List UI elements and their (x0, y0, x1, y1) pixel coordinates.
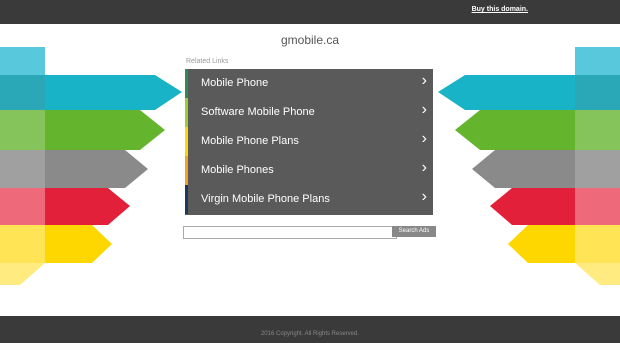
left-arrow-yellow (45, 225, 112, 263)
chevron-right-icon: › (421, 101, 427, 118)
search-ads-button[interactable]: Search Ads (392, 226, 436, 237)
related-link-virgin-mobile-phone-plans[interactable]: Virgin Mobile Phone Plans › (185, 185, 433, 214)
right-arrow-teal (438, 75, 575, 110)
related-link-software-mobile-phone[interactable]: Software Mobile Phone › (185, 98, 433, 127)
link-label: Mobile Phone (201, 77, 269, 89)
link-label: Mobile Phones (201, 164, 274, 176)
footer-bar (0, 316, 620, 343)
chevron-right-icon: › (421, 188, 427, 205)
search-input[interactable] (183, 226, 397, 239)
right-band-gray-light (575, 150, 620, 188)
copyright-text: 2016 Copyright. All Rights Reserved. (260, 331, 360, 337)
link-label: Mobile Phone Plans (201, 135, 299, 147)
left-band-teal (0, 75, 45, 110)
left-band-gray-light (0, 150, 45, 188)
right-band-teal-light (575, 47, 620, 75)
chevron-right-icon: › (421, 130, 427, 147)
left-arrow-green (45, 110, 165, 150)
right-band-red-light (575, 188, 620, 225)
right-arrow-yellow (508, 225, 575, 263)
related-link-mobile-phones[interactable]: Mobile Phones › (185, 156, 433, 185)
left-band-red-light (0, 188, 45, 225)
right-arrow-red (490, 188, 575, 225)
right-band-teal (575, 75, 620, 110)
right-band-green-light (575, 110, 620, 150)
chevron-right-icon: › (421, 72, 427, 89)
chevron-right-icon: › (421, 159, 427, 176)
right-arrow-green (455, 110, 575, 150)
left-arrow-gray (45, 150, 148, 188)
related-link-mobile-phone-plans[interactable]: Mobile Phone Plans › (185, 127, 433, 156)
related-links-label: Related Links (186, 58, 229, 65)
left-arrow-red (45, 188, 130, 225)
related-link-mobile-phone[interactable]: Mobile Phone › (185, 69, 433, 98)
left-band-yellow-light (0, 225, 45, 263)
related-links-box: Mobile Phone › Software Mobile Phone › M… (185, 69, 433, 215)
left-band-yellow-pale (0, 263, 45, 285)
link-label: Software Mobile Phone (201, 106, 315, 118)
link-label: Virgin Mobile Phone Plans (201, 193, 330, 205)
left-band-teal-light (0, 47, 45, 75)
right-band-yellow-pale (575, 263, 620, 285)
right-band-yellow-light (575, 225, 620, 263)
left-arrow-teal (45, 75, 182, 110)
left-band-green-light (0, 110, 45, 150)
right-arrow-gray (472, 150, 575, 188)
